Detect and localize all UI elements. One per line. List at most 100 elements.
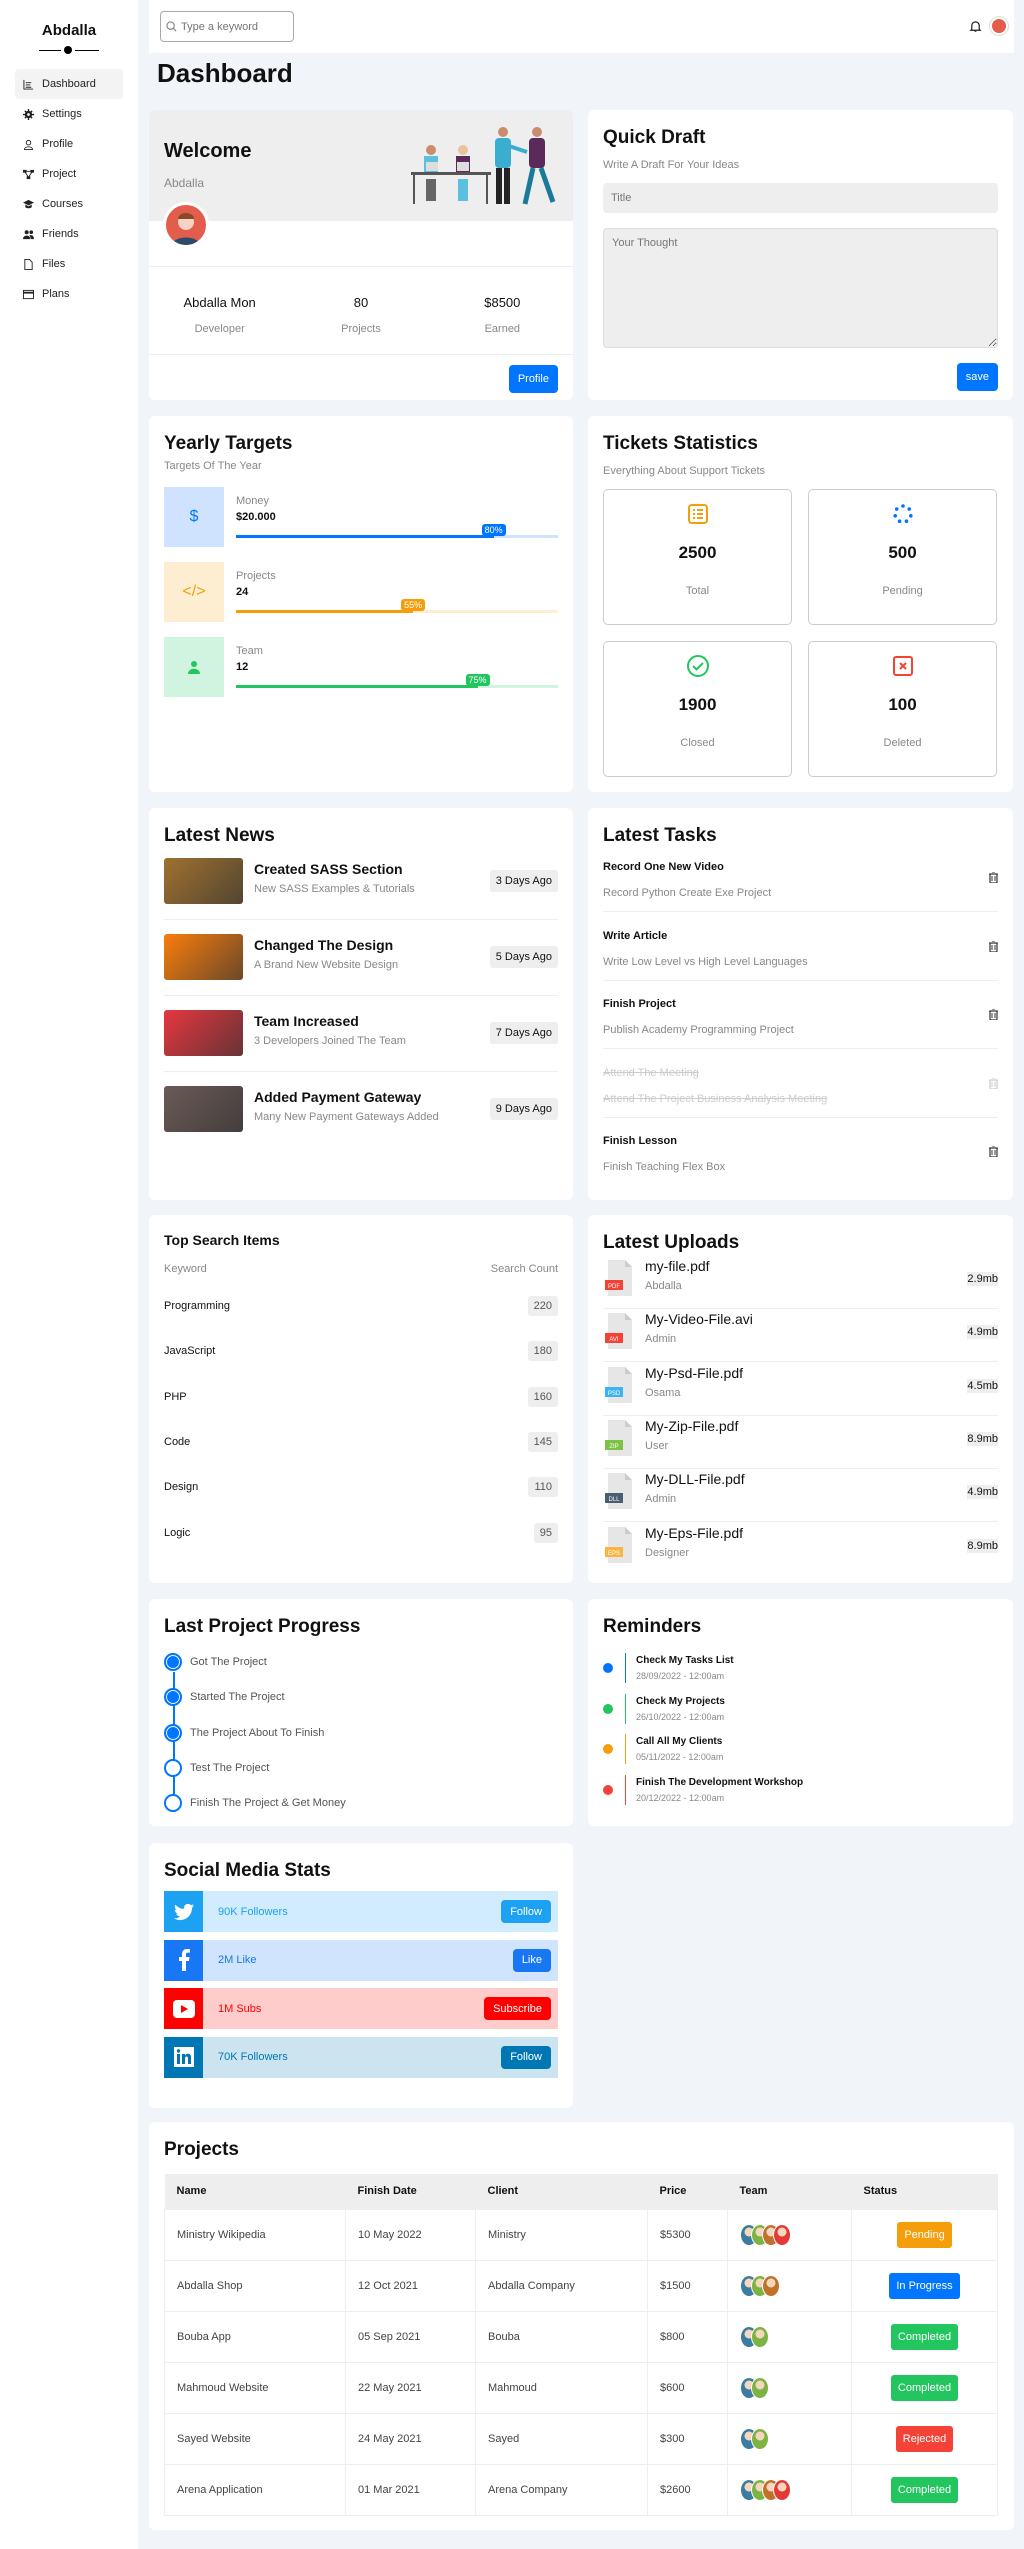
reminder-bar <box>625 1653 626 1683</box>
news-item[interactable]: Created SASS Section New SASS Examples & … <box>164 858 558 918</box>
search-keyword: JavaScript <box>164 1345 216 1358</box>
file-eps-icon: EPS <box>605 1526 635 1563</box>
target-progress-fill <box>236 610 414 613</box>
divider <box>164 1071 558 1072</box>
save-button[interactable]: save <box>956 363 998 391</box>
cell-name: Ministry Wikipedia <box>164 2208 346 2261</box>
ticket-count: 1900 <box>678 695 717 714</box>
keyword-header: Keyword <box>164 1263 207 1275</box>
status-badge: Completed <box>890 2323 959 2350</box>
upload-item[interactable]: PSD My-Psd-File.pdf Osama 4.5mb <box>603 1365 998 1405</box>
upload-item[interactable]: PDF my-file.pdf Abdalla 2.9mb <box>603 1258 998 1298</box>
upload-item[interactable]: DLL My-DLL-File.pdf Admin 4.9mb <box>603 1471 998 1511</box>
news-item[interactable]: Added Payment Gateway Many New Payment Ga… <box>164 1086 558 1146</box>
social-media-stats-card: Social Media Stats 90K Followers Follow 2M… <box>149 1843 573 2108</box>
credit-card-icon <box>23 289 34 300</box>
card-title: Social Media Stats <box>164 1860 331 1881</box>
file-pdf-icon: PDF <box>605 1260 635 1296</box>
draft-thought-textarea[interactable] <box>603 228 998 348</box>
team-member-avatar <box>751 2376 769 2399</box>
divider <box>603 911 998 912</box>
task-title: Attend The Meeting <box>603 1066 699 1079</box>
step-label: Test The Project <box>190 1761 270 1774</box>
reminder-title: Finish The Development Workshop <box>636 1776 804 1788</box>
upload-item[interactable]: ZIP My-Zip-File.pdf User 8.9mb <box>603 1418 998 1458</box>
search-keyword: Programming <box>164 1300 231 1312</box>
reminder-dot <box>603 1703 613 1714</box>
cell-date: 24 May 2021 <box>345 2412 476 2465</box>
welcome-illustration <box>411 127 556 205</box>
trash-icon[interactable] <box>989 1009 998 1020</box>
search-item: Code 145 <box>164 1431 558 1453</box>
sidebar-item-files[interactable]: Files <box>15 249 123 279</box>
upload-file-name: My-Eps-File.pdf <box>645 1524 744 1541</box>
sidebar-item-project[interactable]: Project <box>15 159 123 189</box>
card-title: Top Search Items <box>164 1232 280 1248</box>
target-progress-bar: 75% <box>236 674 558 688</box>
news-text: Team Increased 3 Developers Joined The Te… <box>254 1010 406 1047</box>
news-thumbnail <box>164 858 243 904</box>
social-linkedin-button[interactable]: Follow <box>501 2045 551 2069</box>
sidebar-item-friends[interactable]: Friends <box>15 219 123 249</box>
upload-owner: Admin <box>645 1333 677 1346</box>
trash-icon[interactable] <box>989 872 998 883</box>
task-description: Publish Academy Programming Project <box>603 1024 794 1036</box>
upload-file-name: My-Video-File.avi <box>645 1311 753 1328</box>
divider <box>603 1048 998 1049</box>
cell-date: 10 May 2022 <box>345 2208 476 2261</box>
sidebar-item-label: Friends <box>42 228 79 240</box>
table-row: Bouba App 05 Sep 2021 Bouba $800 Completed <box>164 2310 998 2363</box>
reminder-item: Check My Tasks List 28/09/2022 - 12:00am <box>603 1653 734 1683</box>
news-text: Changed The Design A Brand New Website De… <box>254 934 398 971</box>
cell-price: $5300 <box>647 2208 728 2261</box>
trash-icon[interactable] <box>989 1146 998 1157</box>
target-label: Team <box>236 645 263 657</box>
trash-icon[interactable] <box>989 940 998 952</box>
social-youtube-button[interactable]: Subscribe <box>484 1997 551 2020</box>
cell-date: 22 May 2021 <box>345 2361 476 2414</box>
social-twitter-button[interactable]: Follow <box>501 1900 551 1923</box>
sidebar-item-dashboard[interactable]: Dashboard <box>15 69 123 99</box>
column-header-finish-date: Finish Date <box>345 2174 476 2209</box>
sidebar-item-plans[interactable]: Plans <box>15 279 123 309</box>
step-pending-icon <box>164 1758 182 1777</box>
target-item: Team 12 75% <box>164 637 558 697</box>
card-title: Last Project Progress <box>164 1616 361 1637</box>
sidebar-item-courses[interactable]: Courses <box>15 189 123 219</box>
cell-price: $800 <box>647 2310 728 2363</box>
sidebar-item-profile[interactable]: Profile <box>15 129 123 159</box>
code-icon: </> <box>164 562 224 622</box>
cell-price: $600 <box>647 2361 728 2414</box>
sidebar-item-settings[interactable]: Settings <box>15 99 123 129</box>
news-item[interactable]: Team Increased 3 Developers Joined The Te… <box>164 1010 558 1070</box>
draft-title-input[interactable] <box>603 183 998 213</box>
reminder-item: Call All My Clients 05/11/2022 - 12:00am <box>603 1734 723 1764</box>
welcome-stats: Abdalla Mon Developer 80 Projects $8500 Earne… <box>149 295 573 335</box>
progress-step: The Project About To Finish <box>164 1723 324 1742</box>
social-stat-text: 70K Followers <box>218 2051 288 2063</box>
file-icon <box>23 258 34 270</box>
bell-icon[interactable] <box>969 20 982 33</box>
trash-icon[interactable] <box>989 1077 998 1089</box>
user-avatar[interactable] <box>990 17 1008 35</box>
profile-button[interactable]: Profile <box>508 365 558 393</box>
sidebar-item-label: Profile <box>42 138 74 150</box>
social-stat-text: 90K Followers <box>218 1905 288 1918</box>
upload-owner: Abdalla <box>645 1280 682 1292</box>
reminders-card: Reminders Check My Tasks List 28/09/2022 … <box>588 1599 1013 1826</box>
target-percent-tooltip: 80% <box>481 524 506 536</box>
search-box[interactable] <box>160 11 294 42</box>
news-title: Created SASS Section <box>254 861 403 877</box>
target-item: $ Money $20.000 80% <box>164 487 558 547</box>
upload-item[interactable]: AVI My-Video-File.avi Admin 4.9mb <box>603 1311 998 1351</box>
social-facebook-button[interactable]: Like <box>512 1948 551 1972</box>
search-input[interactable] <box>181 20 286 33</box>
ticket-label: Deleted <box>883 737 922 749</box>
cell-name: Mahmoud Website <box>164 2361 346 2414</box>
x-square-icon <box>891 654 915 678</box>
target-value: 12 <box>236 661 249 673</box>
news-text: Added Payment Gateway Many New Payment Ga… <box>254 1086 439 1123</box>
news-item[interactable]: Changed The Design A Brand New Website De… <box>164 934 558 994</box>
upload-item[interactable]: EPS My-Eps-File.pdf Designer 8.9mb <box>603 1525 998 1565</box>
welcome-title: Welcome <box>164 140 252 162</box>
